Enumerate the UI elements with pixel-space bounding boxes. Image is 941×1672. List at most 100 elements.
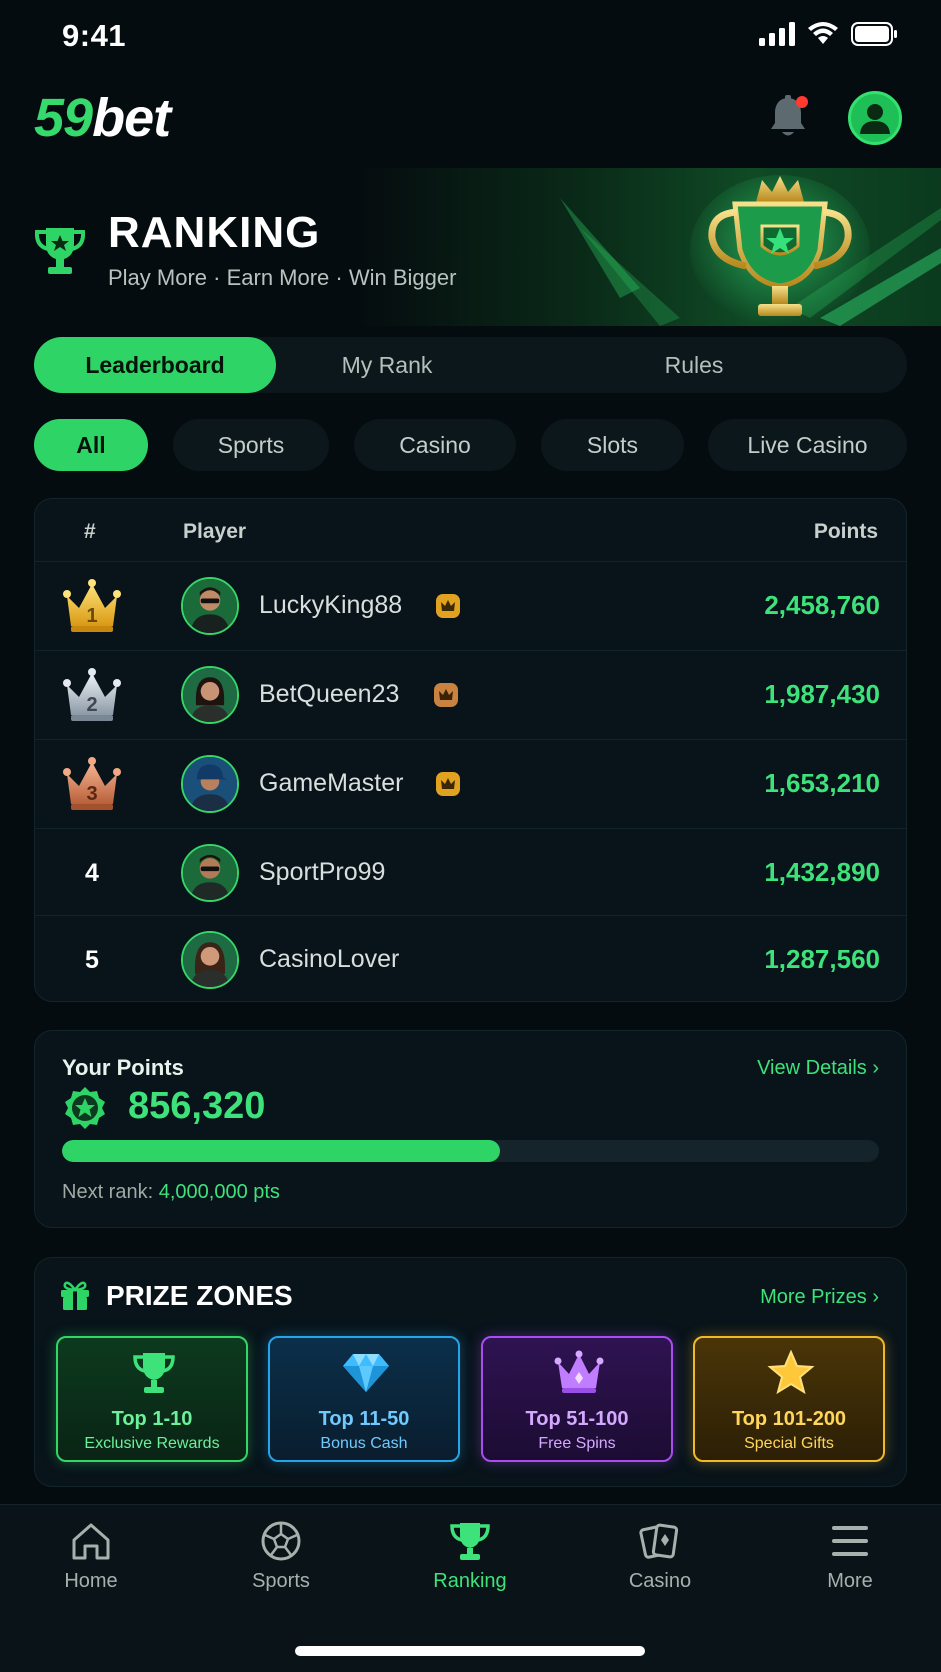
nav-label: Casino [628, 1570, 692, 1592]
bronze-crown-icon: 3 [63, 757, 121, 810]
filter-live-casino[interactable]: Live Casino [708, 419, 907, 471]
player-points: 1,432,890 [764, 857, 880, 887]
player-points: 1,987,430 [764, 679, 880, 709]
gift-icon [61, 1281, 89, 1310]
filter-all[interactable]: All [34, 419, 148, 471]
gold-crown-icon: 1 [63, 579, 121, 632]
rank-number: 5 [85, 946, 99, 974]
your-points-label: Your Points [62, 1055, 184, 1080]
nav-more[interactable]: More [780, 1520, 920, 1593]
next-rank-info: Next rank: 4,000,000 pts [62, 1181, 280, 1204]
signal-icon [759, 22, 795, 46]
table-row[interactable]: 5 CasinoLover 1,287,560 [35, 915, 906, 1003]
page-subtitle: Play More · Earn More · Win Bigger [108, 265, 457, 290]
player-name: GameMaster [259, 769, 404, 797]
vip-crown-badge-icon [436, 772, 460, 796]
player-points: 2,458,760 [764, 590, 880, 620]
player-name: SportPro99 [259, 858, 386, 886]
prize-zone-subtitle: Exclusive Rewards [84, 1435, 220, 1452]
filter-sports[interactable]: Sports [173, 419, 329, 471]
page-title: RANKING [108, 208, 321, 257]
vip-crown-badge-icon [434, 683, 458, 707]
status-time: 9:41 [62, 18, 127, 53]
column-header-player: Player [183, 520, 247, 543]
column-header-rank: # [84, 520, 96, 543]
player-name: LuckyKing88 [259, 591, 403, 619]
nav-label: Ranking [433, 1570, 507, 1592]
player-points: 1,287,560 [764, 944, 880, 974]
tab-my-rank[interactable]: My Rank [276, 337, 498, 393]
more-prizes-label: More Prizes [760, 1286, 867, 1308]
nav-label: Home [64, 1570, 118, 1592]
rank-progress-fill [62, 1140, 500, 1162]
prize-zone-subtitle: Free Spins [538, 1435, 616, 1452]
your-points-value: 856,320 [128, 1085, 266, 1127]
trophy-icon [133, 1353, 175, 1393]
status-icons [759, 22, 899, 46]
player-name: BetQueen23 [259, 680, 400, 708]
prize-zone-top-1-10[interactable]: Top 1-10 Exclusive Rewards [56, 1336, 248, 1462]
nav-casino[interactable]: Casino [590, 1520, 730, 1593]
player-avatar [181, 666, 239, 724]
soccer-ball-icon [261, 1521, 301, 1561]
star-badge-icon [65, 1087, 105, 1129]
silver-crown-icon: 2 [63, 668, 121, 721]
rank-progress-bar [62, 1140, 879, 1162]
column-header-points: Points [813, 520, 878, 543]
player-avatar [181, 844, 239, 902]
tab-rules[interactable]: Rules [564, 337, 824, 393]
notification-button[interactable] [768, 94, 808, 140]
profile-avatar-button[interactable] [848, 91, 902, 145]
logo-number: 59 [34, 88, 93, 148]
home-indicator[interactable] [295, 1646, 645, 1656]
trophy-icon [450, 1523, 490, 1560]
bell-icon [771, 95, 808, 136]
nav-home[interactable]: Home [21, 1520, 161, 1593]
rank-number: 1 [86, 605, 97, 627]
prize-zone-top-51-100[interactable]: Top 51-100 Free Spins [481, 1336, 673, 1462]
nav-label: More [827, 1570, 873, 1592]
table-row[interactable]: 4 SportPro99 1,432,890 [35, 828, 906, 916]
nav-sports[interactable]: Sports [211, 1520, 351, 1593]
chevron-right-icon: › [872, 1286, 879, 1308]
trophy-icon [34, 228, 86, 274]
player-avatar [181, 931, 239, 989]
trophy-cup-illustration [690, 175, 870, 325]
prize-zone-subtitle: Bonus Cash [320, 1435, 408, 1452]
battery-icon [851, 22, 897, 46]
star-icon [767, 1350, 815, 1395]
table-row[interactable]: 2 BetQueen23 1,987,430 [35, 650, 906, 738]
view-details-label: View Details [757, 1057, 867, 1079]
prize-zone-subtitle: Special Gifts [744, 1435, 834, 1452]
prize-zone-top-11-50[interactable]: Top 11-50 Bonus Cash [268, 1336, 460, 1462]
prize-zone-title: Top 1-10 [111, 1408, 193, 1430]
player-avatar [181, 755, 239, 813]
nav-ranking[interactable]: Ranking [400, 1520, 540, 1593]
logo-word: bet [92, 88, 171, 148]
home-icon [72, 1523, 110, 1560]
user-icon [860, 104, 890, 134]
tab-leaderboard[interactable]: Leaderboard [34, 337, 276, 393]
player-avatar [181, 577, 239, 635]
next-rank-label: Next rank: [62, 1181, 154, 1203]
view-details-link[interactable]: View Details › [757, 1057, 879, 1080]
table-row[interactable]: 3 GameMaster 1,653,210 [35, 739, 906, 827]
menu-icon [832, 1526, 868, 1556]
filter-slots[interactable]: Slots [541, 419, 684, 471]
more-prizes-link[interactable]: More Prizes › [760, 1286, 879, 1309]
player-points: 1,653,210 [764, 768, 880, 798]
cards-icon [639, 1523, 679, 1559]
player-name: CasinoLover [259, 945, 400, 973]
brand-logo[interactable]: 59bet [34, 88, 171, 148]
prize-zone-title: Top 11-50 [318, 1408, 410, 1430]
nav-label: Sports [252, 1570, 310, 1592]
table-row[interactable]: 1 LuckyKing88 2,458,760 [35, 561, 906, 649]
prize-zone-title: Top 51-100 [525, 1408, 629, 1430]
crown-icon [554, 1350, 604, 1393]
wifi-icon [808, 22, 838, 44]
prize-zone-title: Top 101-200 [731, 1408, 847, 1430]
filter-casino[interactable]: Casino [354, 419, 516, 471]
prize-zone-top-101-200[interactable]: Top 101-200 Special Gifts [693, 1336, 885, 1462]
vip-crown-badge-icon [436, 594, 460, 618]
chevron-right-icon: › [872, 1057, 879, 1079]
